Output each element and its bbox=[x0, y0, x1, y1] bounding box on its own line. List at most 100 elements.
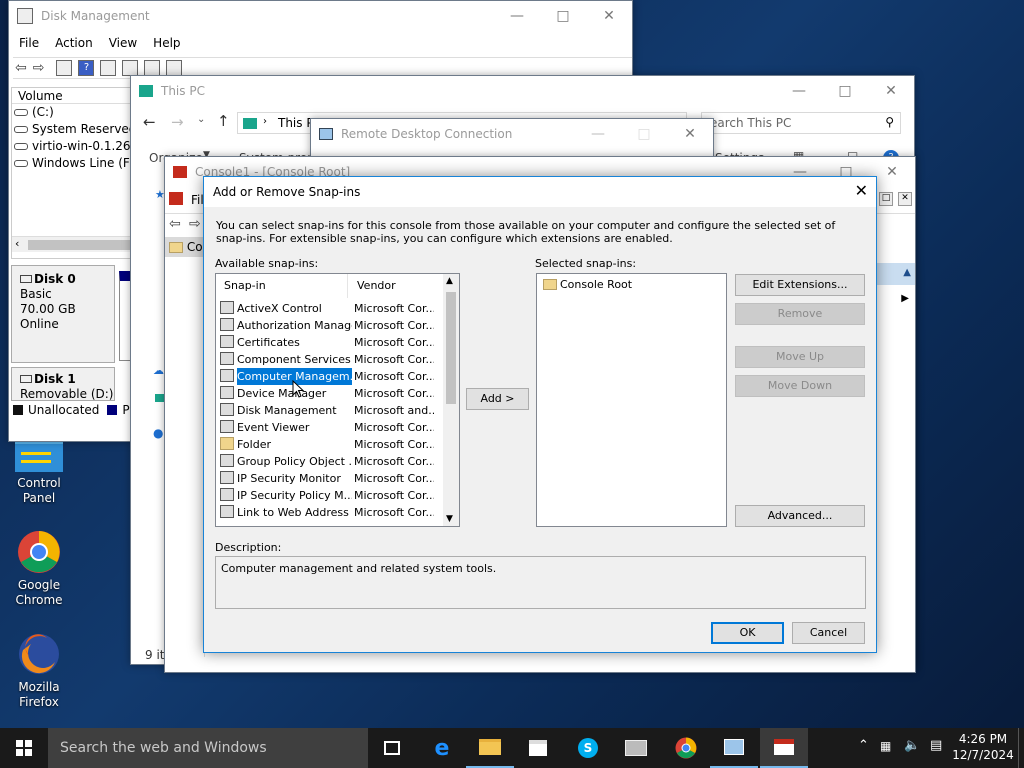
volume-row[interactable]: Windows Line (F:) bbox=[12, 155, 138, 172]
network-icon[interactable]: ▦ bbox=[880, 739, 891, 753]
volume-row[interactable]: virtio-win-0.1.262 ... bbox=[12, 138, 153, 155]
column-header-volume[interactable]: Volume bbox=[12, 88, 130, 104]
collapse-up-icon[interactable]: ▲ bbox=[903, 267, 911, 278]
forward-icon[interactable]: ⇨ bbox=[33, 60, 45, 76]
search-input[interactable]: earch This PC bbox=[710, 116, 791, 130]
up-icon[interactable]: ↑ bbox=[217, 112, 230, 130]
check-icon[interactable] bbox=[144, 60, 161, 76]
forward-icon[interactable]: ⇨ bbox=[189, 216, 201, 232]
edit-extensions-button[interactable]: Edit Extensions... bbox=[735, 274, 865, 296]
maximize-button[interactable]: □ bbox=[621, 119, 667, 149]
column-header-snapin[interactable]: Snap-in bbox=[216, 274, 348, 298]
vertical-scrollbar[interactable]: ▲ ▼ bbox=[443, 274, 459, 526]
list-item[interactable]: Disk Management Microsoft and... bbox=[220, 402, 434, 419]
close-button[interactable]: ✕ bbox=[868, 76, 914, 106]
list-item[interactable]: Certificates Microsoft Cor... bbox=[220, 334, 434, 351]
list-item[interactable]: Event Viewer Microsoft Cor... bbox=[220, 419, 434, 436]
edge-button[interactable]: e bbox=[418, 728, 466, 768]
help-icon[interactable]: ? bbox=[78, 60, 95, 76]
store-button[interactable] bbox=[514, 728, 562, 768]
remove-button[interactable]: Remove bbox=[735, 303, 865, 325]
volume-row[interactable]: (C:) bbox=[12, 104, 130, 121]
maximize-button[interactable]: □ bbox=[822, 76, 868, 106]
actions-header[interactable]: ▲ bbox=[877, 263, 915, 285]
onedrive-icon[interactable]: ☁ bbox=[153, 364, 164, 377]
add-button[interactable]: Add > bbox=[466, 388, 529, 410]
scroll-thumb[interactable] bbox=[446, 292, 456, 404]
scroll-thumb[interactable] bbox=[28, 240, 130, 250]
list-item[interactable]: IP Security Monitor Microsoft Cor... bbox=[220, 470, 434, 487]
list-item[interactable]: Component Services Microsoft Cor... bbox=[220, 351, 434, 368]
available-snapins-list[interactable]: Snap-in Vendor ActiveX Control Microsoft … bbox=[215, 273, 460, 527]
desktop-icon-control-panel[interactable]: Control Panel bbox=[1, 440, 77, 506]
expand-right-icon[interactable]: ▶ bbox=[901, 293, 909, 304]
close-child-icon[interactable]: ✕ bbox=[898, 192, 912, 206]
restore-child-icon[interactable]: □ bbox=[879, 192, 893, 206]
list-item[interactable]: Link to Web Address Microsoft Cor... bbox=[220, 504, 434, 521]
move-down-button[interactable]: Move Down bbox=[735, 375, 865, 397]
desktop-icon-mozilla-firefox[interactable]: Mozilla Firefox bbox=[1, 632, 77, 710]
tree-item-console-root[interactable]: Console Root bbox=[543, 276, 632, 293]
clock[interactable]: 4:26 PM 12/7/2024 bbox=[950, 731, 1016, 763]
minimize-button[interactable]: — bbox=[776, 76, 822, 106]
view-icon[interactable] bbox=[56, 60, 73, 76]
back-icon[interactable]: ⇦ bbox=[169, 216, 181, 232]
task-view-button[interactable] bbox=[368, 728, 416, 768]
search-icon[interactable]: ⚲ bbox=[885, 115, 894, 129]
close-button[interactable]: ✕ bbox=[586, 1, 632, 31]
column-header-vendor[interactable]: Vendor bbox=[349, 274, 443, 298]
cancel-button[interactable]: Cancel bbox=[792, 622, 865, 644]
list-item[interactable]: Device Manager Microsoft Cor... bbox=[220, 385, 434, 402]
network-icon[interactable]: ● bbox=[153, 426, 163, 440]
list-item[interactable]: Authorization Manager Microsoft Cor... bbox=[220, 317, 434, 334]
minimize-button[interactable]: — bbox=[494, 1, 540, 31]
menu-file[interactable]: Fil bbox=[191, 193, 204, 207]
volume-row[interactable]: System Reserved bbox=[12, 121, 136, 138]
close-button[interactable]: ✕ bbox=[667, 119, 713, 149]
list-item[interactable]: Group Policy Object ... Microsoft Cor... bbox=[220, 453, 434, 470]
file-explorer-button[interactable] bbox=[466, 728, 514, 768]
list-item[interactable]: Folder Microsoft Cor... bbox=[220, 436, 434, 453]
desktop-icon-google-chrome[interactable]: Google Chrome bbox=[1, 530, 77, 608]
start-button[interactable] bbox=[0, 728, 48, 768]
back-icon[interactable]: ⇦ bbox=[15, 60, 27, 76]
tree-item-console-root[interactable]: Co bbox=[165, 237, 204, 257]
menu-file[interactable]: File bbox=[11, 33, 47, 53]
close-icon[interactable]: ✕ bbox=[855, 181, 868, 200]
horizontal-scrollbar[interactable]: ‹ bbox=[12, 236, 130, 252]
menu-view[interactable]: View bbox=[101, 33, 145, 53]
search-input[interactable]: Search the web and Windows bbox=[60, 740, 267, 756]
list-item-selected[interactable]: Computer Managem... Microsoft Cor... bbox=[220, 368, 434, 385]
show-hidden-icons-icon[interactable]: ⌃ bbox=[858, 738, 869, 753]
minimize-button[interactable]: — bbox=[575, 119, 621, 149]
app-button[interactable] bbox=[612, 728, 660, 768]
chrome-button[interactable] bbox=[662, 728, 710, 768]
selected-snapins-list[interactable]: Console Root bbox=[536, 273, 727, 527]
list-item[interactable]: IP Security Policy M... Microsoft Cor... bbox=[220, 487, 434, 504]
disk-1-panel[interactable]: Disk 1 Removable (D:) bbox=[11, 367, 115, 401]
menu-action[interactable]: Action bbox=[47, 33, 101, 53]
advanced-button[interactable]: Advanced... bbox=[735, 505, 865, 527]
volume-muted-icon[interactable]: 🔈 bbox=[904, 738, 920, 753]
show-desktop-button[interactable] bbox=[1018, 728, 1024, 768]
properties-icon[interactable] bbox=[100, 60, 117, 76]
search-box[interactable]: earch This PC ⚲ bbox=[701, 112, 901, 134]
mmc-button[interactable] bbox=[760, 728, 808, 768]
back-icon[interactable]: ← bbox=[143, 113, 156, 131]
skype-button[interactable]: S bbox=[564, 728, 612, 768]
move-up-button[interactable]: Move Up bbox=[735, 346, 865, 368]
menu-help[interactable]: Help bbox=[145, 33, 188, 53]
forward-icon[interactable]: → bbox=[171, 113, 184, 131]
grid-icon[interactable] bbox=[166, 60, 183, 76]
list-item[interactable]: ActiveX Control Microsoft Cor... bbox=[220, 300, 434, 317]
maximize-button[interactable]: □ bbox=[540, 1, 586, 31]
ok-button[interactable]: OK bbox=[711, 622, 784, 644]
scroll-up-icon[interactable]: ▲ bbox=[446, 276, 453, 286]
scroll-left-icon[interactable]: ‹ bbox=[15, 237, 19, 250]
recent-dropdown-icon[interactable]: ⌄ bbox=[197, 114, 205, 125]
action-center-icon[interactable]: ▤ bbox=[930, 738, 942, 753]
remote-desktop-button[interactable] bbox=[710, 728, 758, 768]
refresh-icon[interactable] bbox=[122, 60, 139, 76]
search-box[interactable]: Search the web and Windows bbox=[48, 728, 368, 768]
disk-0-panel[interactable]: Disk 0 Basic 70.00 GB Online bbox=[11, 265, 115, 363]
